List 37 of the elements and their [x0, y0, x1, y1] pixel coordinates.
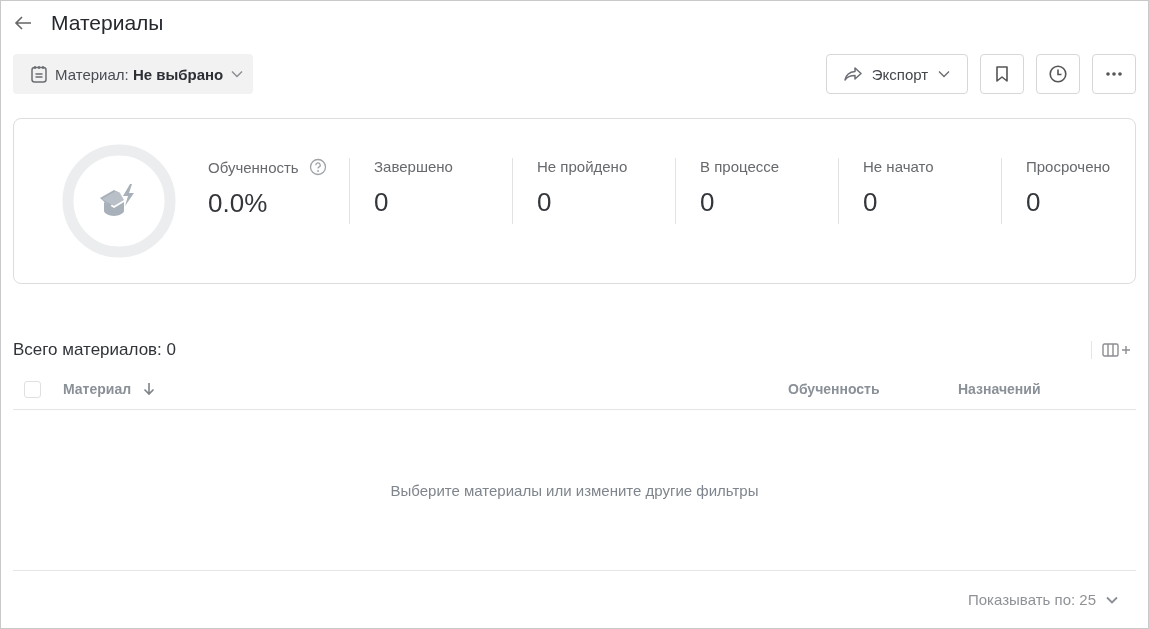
- stat-label: Не пройдено: [537, 158, 628, 175]
- columns-plus-icon: [1102, 343, 1132, 357]
- page-size-dropdown[interactable]: Показывать по: 25: [968, 591, 1136, 608]
- back-arrow-icon[interactable]: [13, 15, 33, 31]
- stat-label: Завершено: [374, 158, 453, 175]
- bookmark-icon: [996, 66, 1008, 82]
- column-header[interactable]: Материал: [63, 381, 132, 397]
- column-header[interactable]: Обученность: [788, 381, 880, 397]
- chevron-down-icon: [938, 70, 951, 78]
- bookmark-button[interactable]: [980, 54, 1024, 94]
- stat-label: Просрочено: [1026, 158, 1111, 175]
- notepad-icon: [31, 65, 47, 83]
- stat-value: 0: [537, 187, 553, 218]
- stat-label: Не начато: [863, 158, 934, 175]
- stat-label: В процессе: [700, 158, 780, 175]
- more-icon: [1106, 72, 1122, 76]
- page-title: Материалы: [51, 11, 164, 35]
- stat-value: 0: [700, 187, 716, 218]
- history-button[interactable]: [1036, 54, 1080, 94]
- table-title: Всего материалов: 0: [13, 340, 177, 360]
- help-icon[interactable]: [308, 158, 327, 176]
- stat-label: Обученность: [208, 158, 299, 176]
- stat-value: 0: [374, 187, 390, 218]
- more-button[interactable]: [1092, 54, 1136, 94]
- stat-value: 0: [863, 187, 879, 218]
- chevron-down-icon: [231, 70, 244, 78]
- share-arrow-icon: [843, 67, 862, 81]
- clock-icon: [1049, 65, 1067, 83]
- export-button[interactable]: Экспорт: [826, 54, 968, 94]
- stat-value: 0: [1026, 187, 1042, 218]
- chevron-down-icon: [1106, 595, 1118, 604]
- empty-message: Выберите материалы или измените другие фильтры: [390, 481, 759, 499]
- material-filter-dropdown[interactable]: Материал: Не выбрано: [13, 54, 254, 94]
- column-header[interactable]: Назначений: [958, 381, 1041, 397]
- stat-value: 0.0%: [208, 188, 269, 219]
- select-all-checkbox[interactable]: [24, 380, 41, 398]
- sort-down-icon[interactable]: [143, 382, 156, 396]
